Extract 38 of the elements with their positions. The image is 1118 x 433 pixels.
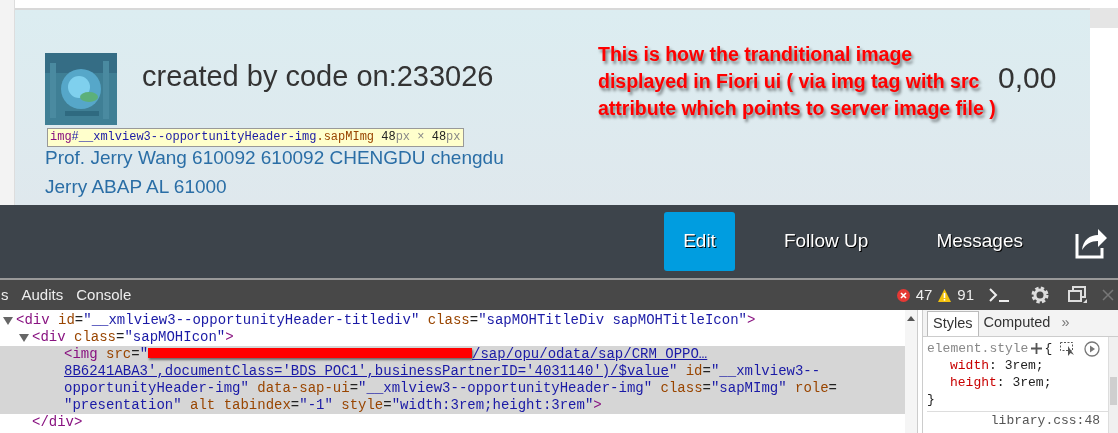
devtools-tab[interactable]: Audits: [21, 283, 64, 307]
attribute-link[interactable]: Prof. Jerry Wang 610092 610092 CHENGDU chengdu: [45, 147, 598, 169]
error-count: 47: [915, 284, 933, 305]
error-icon[interactable]: [896, 288, 910, 302]
dock-icon[interactable]: [1068, 286, 1088, 304]
dom-line: <div id="__xmlview3--opportunityHeader-titlediv" class="sapMOHTitleDiv sapMOHTitleIcon">: [16, 312, 756, 329]
expanded-triangle-icon[interactable]: [3, 316, 13, 325]
toolbar-button[interactable]: Messages: [917, 212, 1042, 271]
style-property: height: 3rem;: [949, 374, 1053, 391]
styles-tab[interactable]: Styles: [927, 311, 979, 336]
amount: 0,00: [998, 60, 1057, 96]
attribute-link[interactable]: Jerry ABAP AL 61000: [45, 176, 598, 198]
more-tabs-button[interactable]: »: [1055, 311, 1076, 336]
source-link[interactable]: library.css:48: [990, 413, 1100, 428]
play-icon[interactable]: [1084, 340, 1101, 357]
dom-line: <div class="sapMOHIcon">: [32, 329, 234, 346]
rule-brace: {: [1044, 340, 1053, 357]
dom-line: 8B6241ABA3',documentClass='BDS_POC1',businessPartnerID='4031140')/$value" id="__xmlview3--: [64, 363, 821, 380]
rule-selector: element.style: [927, 340, 1029, 357]
dom-line: "presentation" alt tabindex="-1" style="width:3rem;height:3rem">: [64, 397, 602, 414]
rule-brace: }: [927, 391, 936, 408]
style-property: width: 3rem;: [949, 357, 1045, 374]
object-title: created by code on:233026: [142, 59, 494, 94]
warning-icon[interactable]: [938, 288, 952, 302]
styles-tab[interactable]: Computed: [978, 311, 1056, 336]
dom-line: <img src=" /sap/opu/odata/sap/CRM_OPPO…: [64, 346, 708, 363]
console-prompt-icon[interactable]: [988, 287, 1010, 303]
devtools-tab[interactable]: Console: [76, 283, 132, 307]
warning-count: 91: [957, 284, 974, 305]
dom-line: opportunityHeader-img" data-sap-ui="__xmlview3--opportunityHeader-img" class="sapMImg" role=: [64, 380, 837, 397]
toolbar-button[interactable]: Follow Up: [764, 212, 888, 271]
plus-icon[interactable]: [1031, 343, 1043, 354]
element-tooltip: img#__xmlview3--opportunityHeader-img.sapMImg 48px × 48px: [47, 128, 464, 147]
dom-line: </div>: [32, 414, 83, 431]
element-picker-icon[interactable]: [1060, 341, 1077, 356]
annotation-text: This is how the tranditional image displayed in Fiori ui ( via img tag with src attribute which points to server image file ): [598, 42, 996, 121]
settings-icon[interactable]: [1030, 285, 1050, 305]
devtools-tab[interactable]: s: [1, 283, 9, 307]
